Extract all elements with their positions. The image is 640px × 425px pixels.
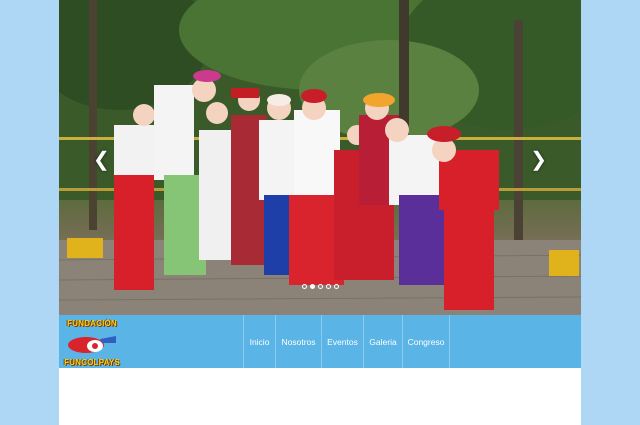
carousel-dot[interactable] [334,284,339,289]
carousel-dot[interactable] [302,284,307,289]
carousel-dot[interactable] [318,284,323,289]
image-carousel[interactable]: ❮ ❯ [59,0,581,315]
carousel-next-button[interactable]: ❯ [530,150,547,170]
page-container: ❮ ❯ FUNDACIÓN FUNCOLPAYS Inicio Nosotros… [59,0,581,425]
carousel-dot-active[interactable] [310,284,315,289]
chevron-right-icon: ❯ [530,149,547,171]
chevron-left-icon: ❮ [93,149,110,171]
nav-item-inicio[interactable]: Inicio [243,315,275,368]
nav-item-eventos[interactable]: Eventos [321,315,363,368]
clown-nose-logo-icon [68,336,116,353]
logo-top-text: FUNDACIÓN [67,319,117,328]
nav-item-galeria[interactable]: Galeria [363,315,402,368]
nav-item-congreso[interactable]: Congreso [402,315,450,368]
main-navbar: FUNDACIÓN FUNCOLPAYS Inicio Nosotros Eve… [59,315,581,368]
carousel-dot[interactable] [326,284,331,289]
main-content-area [59,368,581,425]
carousel-photo [59,0,581,315]
site-logo[interactable]: FUNDACIÓN FUNCOLPAYS [62,317,122,367]
carousel-prev-button[interactable]: ❮ [93,150,110,170]
nav-menu: Inicio Nosotros Eventos Galeria Congreso [243,315,450,368]
nav-item-nosotros[interactable]: Nosotros [275,315,321,368]
carousel-indicators [302,284,339,289]
logo-bottom-text: FUNCOLPAYS [64,358,120,367]
